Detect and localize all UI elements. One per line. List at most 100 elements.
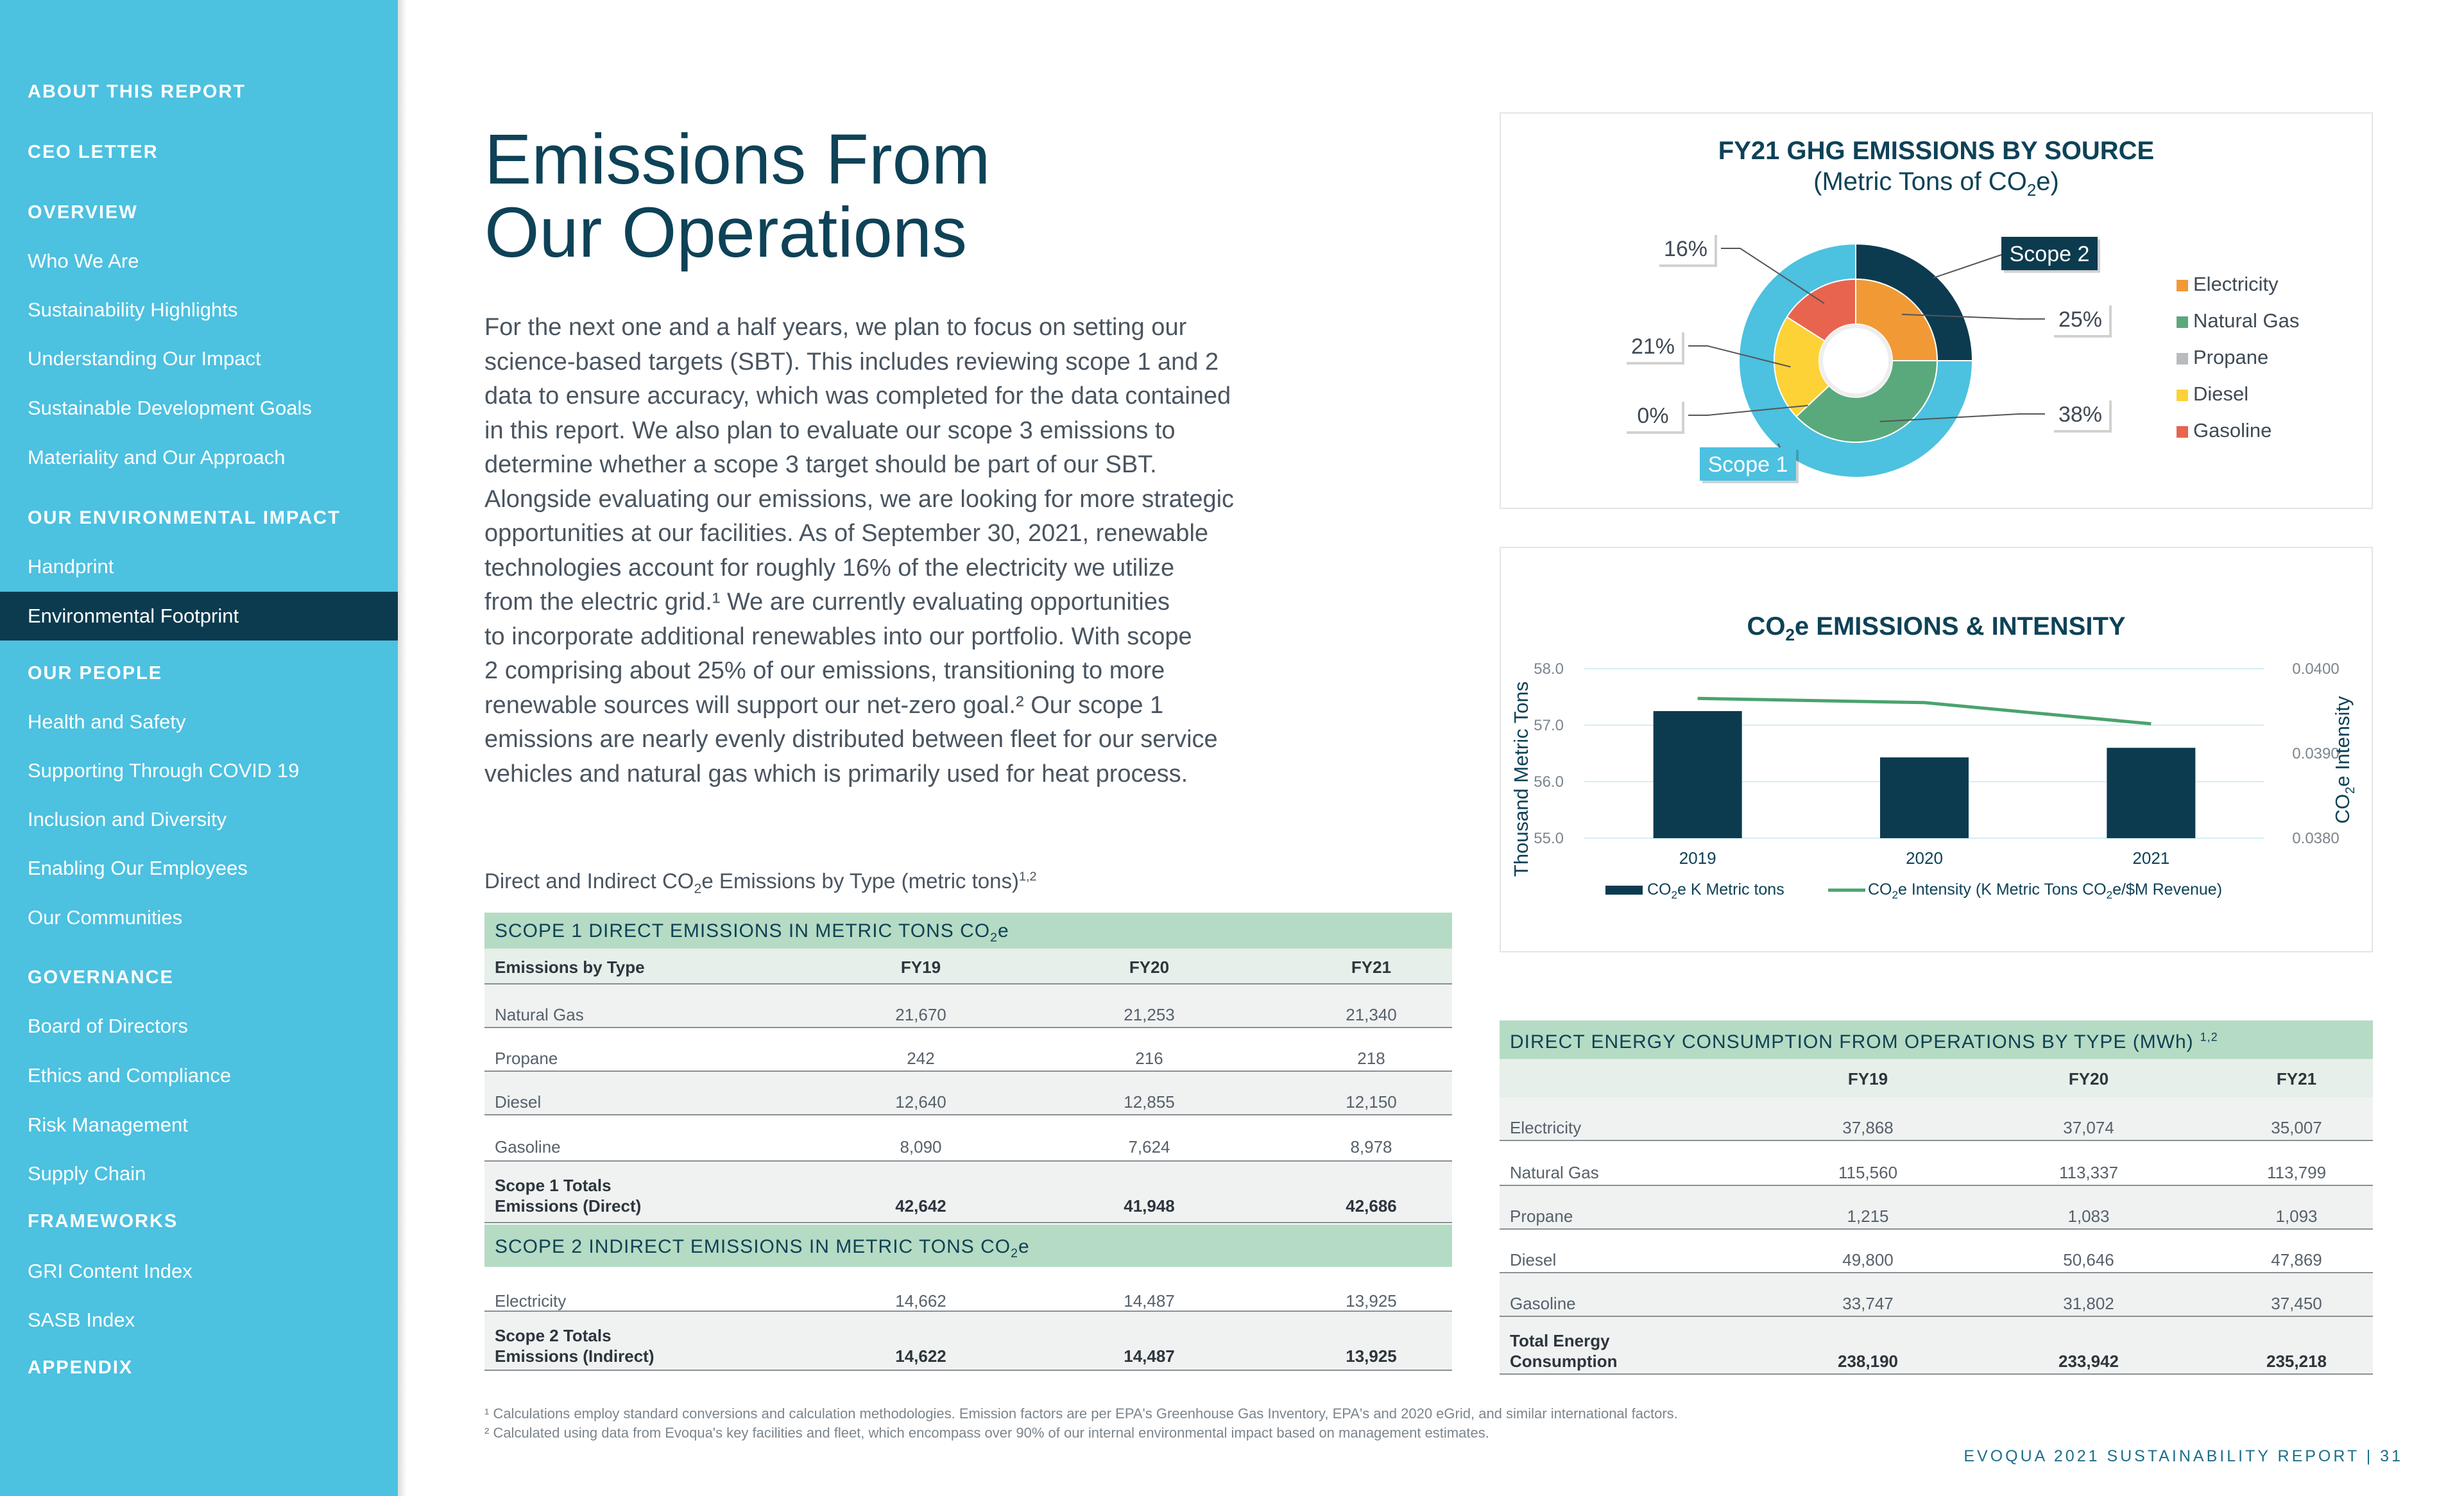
row-value: 12,640 <box>895 1092 946 1112</box>
caption-text-b: e Emissions by Type (metric tons) <box>701 869 1019 893</box>
sidebar-item-sustainability-highlights[interactable]: Sustainability Highlights <box>0 286 398 334</box>
pie-label-gasoline: 16% <box>1664 237 1707 261</box>
sidebar-item-label: SASB Index <box>28 1309 135 1331</box>
sidebar-item-label: OUR ENVIRONMENTAL IMPACT <box>28 508 341 528</box>
column-header: FY20 <box>1129 958 1170 977</box>
energy-header-row: FY19 FY20 FY21 <box>1500 1059 2373 1097</box>
sidebar-item-label: APPENDIX <box>28 1357 133 1378</box>
sidebar-item-environmental-footprint[interactable]: Environmental Footprint <box>0 592 398 641</box>
row-label: Gasoline <box>1510 1294 1576 1313</box>
sidebar-item-risk-management[interactable]: Risk Management <box>0 1101 398 1149</box>
sidebar-item-board-of-directors[interactable]: Board of Directors <box>0 1002 398 1051</box>
legend-swatch <box>2177 279 2188 291</box>
row-label: Electricity <box>495 1291 567 1311</box>
sidebar-item-inclusion-and-diversity[interactable]: Inclusion and Diversity <box>0 795 398 844</box>
scope1-band-text-e: e <box>997 920 1009 941</box>
intro-line: in this report. We also plan to evaluate… <box>484 417 1176 444</box>
totals-value: 42,686 <box>1346 1196 1397 1216</box>
legend-label-bars: CO2e K Metric tons <box>1647 881 1784 901</box>
row-label: Propane <box>495 1049 558 1068</box>
sidebar-item-sasb-index[interactable]: SASB Index <box>0 1296 398 1345</box>
legend-swatch-bars <box>1605 886 1643 895</box>
sidebar-item-enabling-our-employees[interactable]: Enabling Our Employees <box>0 844 398 893</box>
sidebar-item-supporting-through-covid-19[interactable]: Supporting Through COVID 19 <box>0 746 398 795</box>
sidebar-item-label: Who We Are <box>28 250 139 272</box>
sidebar-item-materiality-and-our-approach[interactable]: Materiality and Our Approach <box>0 433 398 482</box>
table-row: Gasoline 33,747 31,802 37,450 <box>1500 1273 2373 1317</box>
totals-value: 13,925 <box>1346 1346 1397 1366</box>
totals-value: 14,487 <box>1124 1346 1175 1366</box>
row-value: 31,802 <box>2063 1294 2114 1313</box>
sidebar-item-appendix[interactable]: APPENDIX <box>0 1343 398 1392</box>
sidebar-item-overview[interactable]: OVERVIEW <box>0 188 398 237</box>
sidebar-item-label: Ethics and Compliance <box>28 1064 232 1087</box>
sidebar-item-sustainable-development-goals[interactable]: Sustainable Development Goals <box>0 384 398 433</box>
intro-line: For the next one and a half years, we pl… <box>484 314 1187 341</box>
scope2-band-sub-2: 2 <box>1011 1246 1018 1260</box>
sidebar-item-label: Health and Safety <box>28 710 186 733</box>
sidebar-item-our-people[interactable]: OUR PEOPLE <box>0 649 398 698</box>
scope2-band-text: SCOPE 2 INDIRECT EMISSIONS IN METRIC TON… <box>495 1236 1011 1257</box>
sidebar-item-handprint[interactable]: Handprint <box>0 542 398 591</box>
intro-line: emissions are nearly evenly distributed … <box>484 726 1218 753</box>
legend-swatch <box>2177 426 2188 438</box>
sidebar-item-gri-content-index[interactable]: GRI Content Index <box>0 1247 398 1296</box>
legend-swatch <box>2177 352 2188 365</box>
sidebar-item-frameworks[interactable]: FRAMEWORKS <box>0 1197 398 1246</box>
scope-leader-line <box>1933 254 2002 279</box>
table-row: Electricity 37,868 37,074 35,007 <box>1500 1097 2373 1141</box>
table-row: Propane 1,215 1,083 1,093 <box>1500 1186 2373 1230</box>
intro-line: data to ensure accuracy, which was compl… <box>484 383 1231 409</box>
sidebar-item-our-communities[interactable]: Our Communities <box>0 893 398 942</box>
scope1-totals-row: Scope 1 Totals Emissions (Direct) 42,642 41… <box>484 1162 1452 1223</box>
legend-item-electricity: Electricity <box>2177 273 2279 296</box>
sidebar-item-health-and-safety[interactable]: Health and Safety <box>0 698 398 746</box>
legend-swatch <box>2177 316 2188 328</box>
row-value: 12,150 <box>1346 1092 1397 1112</box>
caption-text-a: Direct and Indirect CO <box>484 869 694 893</box>
y2-axis-title-b: e Intensity <box>2331 696 2354 787</box>
page-title-line-2: Our Operations <box>484 193 968 272</box>
sidebar-item-label: Inclusion and Diversity <box>28 808 227 830</box>
y-tick-label: 58.0 <box>1534 660 1564 678</box>
bar-2020 <box>1880 757 1969 838</box>
totals-label: Scope 1 Totals <box>495 1176 612 1195</box>
sidebar-item-label: Understanding Our Impact <box>28 347 261 370</box>
row-value: 50,646 <box>2063 1250 2114 1269</box>
sidebar-item-label: Supporting Through COVID 19 <box>28 759 300 782</box>
sidebar-item-understanding-our-impact[interactable]: Understanding Our Impact <box>0 334 398 383</box>
sidebar-shadow <box>398 0 407 1496</box>
totals-value: 14,622 <box>895 1346 946 1366</box>
totals-value: 42,642 <box>895 1196 946 1216</box>
legend-item-gasoline: Gasoline <box>2177 419 2272 442</box>
row-value: 13,925 <box>1346 1291 1397 1311</box>
intro-line: 2 comprising about 25% of our emissions,… <box>484 657 1165 684</box>
sidebar-item-label: Environmental Footprint <box>28 605 239 627</box>
legend-label: Diesel <box>2193 383 2249 405</box>
scope1-band-text: SCOPE 1 DIRECT EMISSIONS IN METRIC TONS … <box>495 920 991 941</box>
scope1-band: SCOPE 1 DIRECT EMISSIONS IN METRIC TONS … <box>484 913 1452 949</box>
table-row: Electricity 14,662 14,487 13,925 <box>484 1267 1452 1312</box>
sidebar-item-label: OVERVIEW <box>28 202 138 223</box>
intro-line: opportunities at our facilities. As of S… <box>484 520 1209 547</box>
sidebar-item-ceo-letter[interactable]: CEO LETTER <box>0 128 398 176</box>
energy-band-title: DIRECT ENERGY CONSUMPTION FROM OPERATION… <box>1510 1031 2218 1053</box>
pie-label-natural-gas: 38% <box>2058 402 2102 427</box>
energy-table: DIRECT ENERGY CONSUMPTION FROM OPERATION… <box>1500 1020 2373 1375</box>
intro-line: science-based targets (SBT). This includ… <box>484 348 1219 375</box>
page-footer: EVOQUA 2021 SUSTAINABILITY REPORT | 31 <box>1964 1447 2403 1465</box>
sidebar-item-about-this-report[interactable]: ABOUT THIS REPORT <box>0 67 398 116</box>
page-title: Emissions From Our Operations <box>484 123 990 270</box>
column-header: FY21 <box>1351 958 1392 977</box>
sidebar-item-supply-chain[interactable]: Supply Chain <box>0 1149 398 1198</box>
table-row: Gasoline 8,090 7,624 8,978 <box>484 1117 1452 1162</box>
sidebar-item-ethics-and-compliance[interactable]: Ethics and Compliance <box>0 1051 398 1100</box>
row-label: Propane <box>1510 1207 1573 1226</box>
row-label: Natural Gas <box>1510 1163 1599 1182</box>
emissions-table-caption: Direct and Indirect CO2e Emissions by Ty… <box>484 869 1036 895</box>
sidebar-item-our-environmental-impact[interactable]: OUR ENVIRONMENTAL IMPACT <box>0 494 398 542</box>
sidebar-item-label: Our Communities <box>28 906 183 929</box>
sidebar-item-governance[interactable]: GOVERNANCE <box>0 953 398 1002</box>
sidebar-item-who-we-are[interactable]: Who We Are <box>0 237 398 286</box>
sidebar-item-label: Supply Chain <box>28 1162 146 1185</box>
